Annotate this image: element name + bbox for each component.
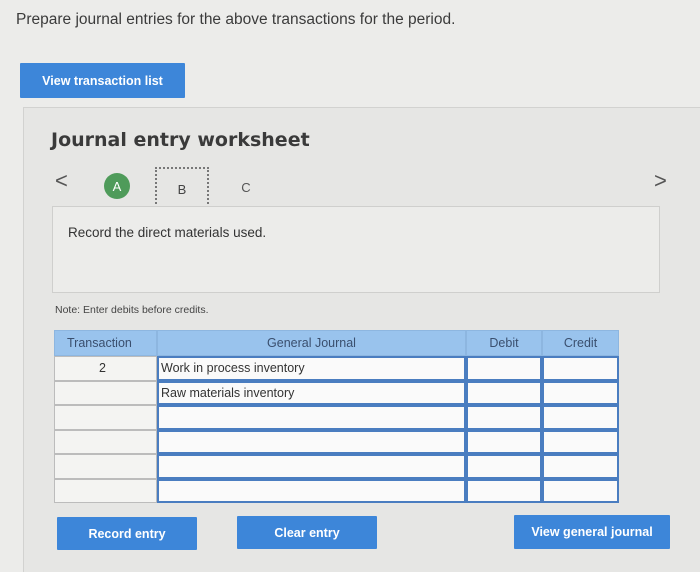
- record-entry-button[interactable]: Record entry: [57, 517, 197, 550]
- step-tab-a[interactable]: A: [104, 173, 130, 199]
- note-text: Note: Enter debits before credits.: [55, 304, 209, 316]
- transaction-cell: [54, 405, 157, 430]
- header-transaction: Transaction: [54, 330, 157, 356]
- prompt-box: Record the direct materials used.: [52, 206, 660, 293]
- step-tab-c[interactable]: C: [237, 174, 255, 200]
- transaction-cell: [54, 380, 157, 405]
- debit-input[interactable]: [466, 405, 542, 430]
- instruction-text: Prepare journal entries for the above tr…: [16, 11, 456, 28]
- credit-input[interactable]: [542, 380, 619, 405]
- credit-input[interactable]: [542, 478, 619, 503]
- view-transaction-list-button[interactable]: View transaction list: [20, 63, 185, 98]
- account-input[interactable]: Raw materials inventory: [157, 380, 466, 405]
- header-debit: Debit: [466, 330, 542, 356]
- header-credit: Credit: [542, 330, 619, 356]
- debit-input[interactable]: [466, 380, 542, 405]
- clear-entry-button[interactable]: Clear entry: [237, 516, 377, 549]
- transaction-cell: [54, 429, 157, 454]
- credit-input[interactable]: [542, 454, 619, 479]
- debit-input[interactable]: [466, 454, 542, 479]
- table-row: [54, 405, 619, 430]
- prompt-text: Record the direct materials used.: [68, 225, 267, 240]
- table-row: Raw materials inventory: [54, 380, 619, 405]
- debit-input[interactable]: [466, 478, 542, 503]
- transaction-cell: 2: [54, 356, 157, 381]
- debit-input[interactable]: [466, 356, 542, 381]
- journal-table: Transaction General Journal Debit Credit…: [54, 330, 619, 503]
- header-general-journal: General Journal: [157, 330, 466, 356]
- debit-input[interactable]: [466, 429, 542, 454]
- account-input[interactable]: [157, 478, 466, 503]
- table-row: [54, 429, 619, 454]
- credit-input[interactable]: [542, 356, 619, 381]
- step-tab-b[interactable]: B: [155, 167, 209, 211]
- table-row: 2 Work in process inventory: [54, 356, 619, 381]
- journal-entry-worksheet: Journal entry worksheet < A B C > Record…: [23, 107, 700, 572]
- account-input[interactable]: [157, 454, 466, 479]
- chevron-left-icon[interactable]: <: [55, 170, 68, 192]
- account-input[interactable]: [157, 429, 466, 454]
- credit-input[interactable]: [542, 429, 619, 454]
- transaction-cell: [54, 454, 157, 479]
- journal-header-row: Transaction General Journal Debit Credit: [54, 330, 619, 356]
- account-input[interactable]: Work in process inventory: [157, 356, 466, 381]
- table-row: [54, 478, 619, 503]
- worksheet-title: Journal entry worksheet: [51, 129, 310, 151]
- chevron-right-icon[interactable]: >: [654, 170, 667, 192]
- account-input[interactable]: [157, 405, 466, 430]
- credit-input[interactable]: [542, 405, 619, 430]
- table-row: [54, 454, 619, 479]
- journal-body: 2 Work in process inventory Raw materials …: [54, 356, 619, 503]
- view-general-journal-button[interactable]: View general journal: [514, 515, 670, 549]
- transaction-cell: [54, 478, 157, 503]
